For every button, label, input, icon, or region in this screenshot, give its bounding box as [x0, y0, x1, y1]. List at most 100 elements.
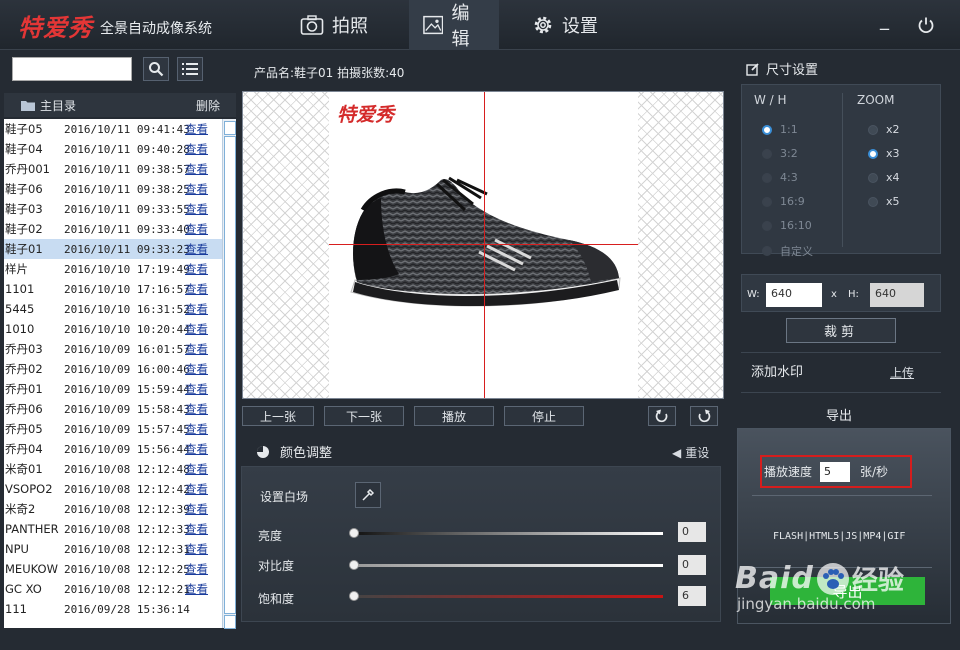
tab-capture[interactable]: 拍照 — [286, 0, 382, 50]
file-list-row[interactable]: 米奇01 2016/10/08 12:12:48 查看 — [4, 459, 222, 479]
row-view-link[interactable]: 查看 — [185, 141, 208, 157]
row-view-link[interactable]: 查看 — [185, 441, 208, 457]
file-list-row[interactable]: 乔丹02 2016/10/09 16:00:46 查看 — [4, 359, 222, 379]
export-button[interactable]: 导出 — [770, 577, 925, 605]
file-list-row[interactable]: 鞋子03 2016/10/11 09:33:55 查看 — [4, 199, 222, 219]
file-list-row[interactable]: 鞋子02 2016/10/11 09:33:40 查看 — [4, 219, 222, 239]
ratio-option[interactable]: 16:9 — [762, 195, 805, 208]
file-list-row[interactable]: 5445 2016/10/10 16:31:52 查看 — [4, 299, 222, 319]
file-list-row[interactable]: MEUKOW 2016/10/08 12:12:25 查看 — [4, 559, 222, 579]
file-list-row[interactable]: 1010 2016/10/10 10:20:44 查看 — [4, 319, 222, 339]
file-list-row[interactable]: 鞋子06 2016/10/11 09:38:25 查看 — [4, 179, 222, 199]
file-list-row[interactable]: 鞋子05 2016/10/11 09:41:43 查看 — [4, 119, 222, 139]
slider-knob[interactable] — [349, 591, 359, 601]
saturation-value[interactable]: 6 — [678, 586, 706, 606]
scroll-up-button[interactable] — [224, 121, 236, 135]
row-view-link[interactable]: 查看 — [185, 321, 208, 337]
row-view-link[interactable]: 查看 — [185, 121, 208, 137]
row-view-link[interactable]: 查看 — [185, 561, 208, 577]
file-list-row[interactable]: PANTHER 2016/10/08 12:12:33 查看 — [4, 519, 222, 539]
row-view-link[interactable]: 查看 — [185, 361, 208, 377]
width-input[interactable]: 640 — [766, 283, 822, 307]
row-view-link[interactable]: 查看 — [185, 581, 208, 597]
ratio-option[interactable]: 自定义 — [762, 243, 813, 259]
stop-button[interactable]: 停止 — [504, 406, 584, 426]
slider-knob[interactable] — [349, 528, 359, 538]
row-time: 2016/10/11 09:40:28 — [64, 142, 190, 156]
file-list-row[interactable]: GC XO 2016/10/08 12:12:21 查看 — [4, 579, 222, 599]
rotate-right-button[interactable] — [690, 406, 718, 426]
directory-root-label[interactable]: 主目录 — [40, 97, 76, 114]
row-view-link[interactable]: 查看 — [185, 481, 208, 497]
file-list-row[interactable]: 乔丹05 2016/10/09 15:57:45 查看 — [4, 419, 222, 439]
ratio-option[interactable]: 3:2 — [762, 147, 798, 160]
file-list-scrollbar[interactable] — [222, 119, 236, 629]
white-point-picker-button[interactable] — [355, 482, 381, 508]
row-view-link[interactable]: 查看 — [185, 381, 208, 397]
zoom-option[interactable]: x5 — [868, 195, 900, 208]
row-view-link[interactable]: 查看 — [185, 521, 208, 537]
file-list-row[interactable]: 乔丹03 2016/10/09 16:01:57 查看 — [4, 339, 222, 359]
play-button[interactable]: 播放 — [414, 406, 494, 426]
brightness-value[interactable]: 0 — [678, 522, 706, 542]
row-view-link[interactable]: 查看 — [185, 341, 208, 357]
row-view-link[interactable]: 查看 — [185, 181, 208, 197]
saturation-slider[interactable] — [349, 591, 663, 601]
row-view-link[interactable]: 查看 — [185, 261, 208, 277]
file-list-row[interactable]: 乔丹001 2016/10/11 09:38:57 查看 — [4, 159, 222, 179]
row-view-link[interactable]: 查看 — [185, 201, 208, 217]
row-view-link[interactable]: 查看 — [185, 161, 208, 177]
row-view-link[interactable]: 查看 — [185, 401, 208, 417]
file-list-row[interactable]: VSOPO2 2016/10/08 12:12:42 查看 — [4, 479, 222, 499]
file-list-row[interactable]: 鞋子01 2016/10/11 09:33:23 查看 — [4, 239, 222, 259]
upload-watermark-link[interactable]: 上传 — [890, 364, 914, 381]
row-view-link[interactable]: 查看 — [185, 461, 208, 477]
row-view-link[interactable]: 查看 — [185, 241, 208, 257]
ratio-option[interactable]: 4:3 — [762, 171, 798, 184]
file-list-row[interactable]: 样片 2016/10/10 17:19:49 查看 — [4, 259, 222, 279]
image-viewer[interactable]: 特爱秀 — [242, 91, 724, 399]
row-view-link[interactable]: 查看 — [185, 301, 208, 317]
row-view-link[interactable]: 查看 — [185, 421, 208, 437]
zoom-option[interactable]: x3 — [868, 147, 900, 160]
next-image-button[interactable]: 下一张 — [324, 406, 404, 426]
row-time: 2016/10/09 16:00:46 — [64, 362, 190, 376]
minimize-button[interactable]: _ — [880, 10, 889, 31]
contrast-value[interactable]: 0 — [678, 555, 706, 575]
height-input[interactable]: 640 — [870, 283, 924, 307]
row-view-link[interactable]: 查看 — [185, 221, 208, 237]
file-list-row[interactable]: 米奇2 2016/10/08 12:12:39 查看 — [4, 499, 222, 519]
delete-button[interactable]: 删除 — [196, 97, 220, 114]
row-view-link[interactable]: 查看 — [185, 501, 208, 517]
file-list-row[interactable]: 1101 2016/10/10 17:16:57 查看 — [4, 279, 222, 299]
file-list-row[interactable]: 鞋子04 2016/10/11 09:40:28 查看 — [4, 139, 222, 159]
ratio-option[interactable]: 1:1 — [762, 123, 798, 136]
tab-edit[interactable]: 编辑 — [409, 0, 499, 50]
file-list-row[interactable]: NPU 2016/10/08 12:12:31 查看 — [4, 539, 222, 559]
list-view-button[interactable] — [177, 57, 203, 81]
scroll-down-button[interactable] — [224, 615, 236, 629]
search-button[interactable] — [143, 57, 169, 81]
tab-settings[interactable]: 设置 — [518, 0, 612, 50]
file-list-row[interactable]: 111 2016/09/28 15:36:14 — [4, 599, 222, 619]
row-view-link[interactable]: 查看 — [185, 541, 208, 557]
rotate-left-button[interactable] — [648, 406, 676, 426]
zoom-option[interactable]: x2 — [868, 123, 900, 136]
file-list-row[interactable]: 乔丹06 2016/10/09 15:58:43 查看 — [4, 399, 222, 419]
ratio-option[interactable]: 16:10 — [762, 219, 812, 232]
prev-image-button[interactable]: 上一张 — [242, 406, 314, 426]
file-list-row[interactable]: 乔丹04 2016/10/09 15:56:44 查看 — [4, 439, 222, 459]
scroll-thumb[interactable] — [224, 136, 236, 614]
playback-speed-input[interactable]: 5 — [820, 461, 851, 482]
image-canvas[interactable]: 特爱秀 — [329, 92, 638, 398]
crop-button[interactable]: 裁剪 — [786, 318, 896, 343]
power-button[interactable] — [917, 16, 935, 39]
row-view-link[interactable]: 查看 — [185, 281, 208, 297]
file-list-row[interactable]: 乔丹01 2016/10/09 15:59:44 查看 — [4, 379, 222, 399]
slider-knob[interactable] — [349, 560, 359, 570]
search-input[interactable] — [12, 57, 132, 81]
reset-button[interactable]: ◀ 重设 — [672, 444, 709, 461]
brightness-slider[interactable] — [349, 528, 663, 538]
zoom-option[interactable]: x4 — [868, 171, 900, 184]
contrast-slider[interactable] — [349, 560, 663, 570]
